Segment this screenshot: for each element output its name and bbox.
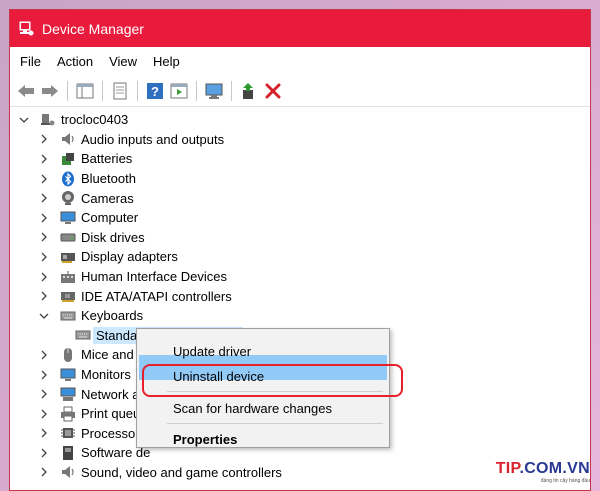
toolbar-separator <box>67 80 68 101</box>
tree-category[interactable]: Disk drives <box>10 228 590 248</box>
keyboard-icon <box>60 308 76 324</box>
menu-view[interactable]: View <box>101 54 145 69</box>
chevron-down-icon[interactable] <box>38 310 50 322</box>
properties-icon[interactable] <box>109 80 131 102</box>
watermark-logo: TIP.COM.VN đáng tin cậy hàng đầu <box>496 460 590 484</box>
category-label: Display adapters <box>81 249 178 265</box>
tree-category[interactable]: Cameras <box>10 188 590 208</box>
chevron-right-icon[interactable] <box>38 212 50 224</box>
speaker-icon <box>60 464 76 480</box>
title-bar[interactable]: Device Manager <box>10 10 590 47</box>
keyboard-icon <box>75 327 91 343</box>
menu-help[interactable]: Help <box>145 54 188 69</box>
chevron-right-icon[interactable] <box>38 153 50 165</box>
chevron-right-icon[interactable] <box>38 192 50 204</box>
back-icon[interactable] <box>15 80 37 102</box>
battery-icon <box>60 151 76 167</box>
chevron-right-icon[interactable] <box>38 133 50 145</box>
tree-category[interactable]: Audio inputs and outputs <box>10 130 590 150</box>
chevron-right-icon[interactable] <box>38 231 50 243</box>
chevron-right-icon[interactable] <box>38 369 50 381</box>
printer-icon <box>60 406 76 422</box>
monitor-icon <box>60 210 76 226</box>
scan-hardware-menu-item[interactable]: Scan for hardware changes <box>173 401 332 416</box>
tree-category[interactable]: Computer <box>10 208 590 228</box>
update-driver-icon[interactable] <box>238 80 260 102</box>
computer-tree-root-icon <box>40 112 56 128</box>
processor-icon <box>60 425 76 441</box>
properties-menu-item[interactable]: Properties <box>173 432 237 447</box>
camera-icon <box>60 190 76 206</box>
category-label: Disk drives <box>81 229 145 245</box>
bluetooth-icon <box>60 171 76 187</box>
chevron-right-icon[interactable] <box>38 290 50 302</box>
tree-category[interactable]: IDE ATA/ATAPI controllers <box>10 286 590 306</box>
category-label: Human Interface Devices <box>81 269 227 285</box>
chevron-right-icon[interactable] <box>38 388 50 400</box>
action-pane-icon[interactable] <box>168 80 190 102</box>
svg-text:?: ? <box>151 84 159 99</box>
menu-bar: File Action View Help <box>10 47 590 75</box>
toolbar: ? <box>10 75 590 107</box>
chevron-right-icon[interactable] <box>38 271 50 283</box>
tree-category[interactable]: Display adapters <box>10 247 590 267</box>
category-label: IDE ATA/ATAPI controllers <box>81 288 232 304</box>
category-label: Batteries <box>81 151 133 167</box>
uninstall-icon[interactable] <box>262 80 284 102</box>
chevron-right-icon[interactable] <box>38 408 50 420</box>
tree-root-label: trocloc0403 <box>61 112 129 128</box>
toolbar-separator <box>137 80 138 101</box>
display-adapter-icon <box>60 249 76 265</box>
watermark-brand-tip: TIP <box>495 460 520 477</box>
watermark-brand: TIP.COM.VN <box>496 460 590 478</box>
watermark-domain: .COM.VN <box>519 460 590 477</box>
disk-drive-icon <box>60 229 76 245</box>
menu-action[interactable]: Action <box>49 54 101 69</box>
software-device-icon <box>60 445 76 461</box>
device-manager-icon <box>18 21 34 37</box>
menu-file[interactable]: File <box>12 54 49 69</box>
watermark-tagline: đáng tin cậy hàng đầu <box>540 478 590 484</box>
chevron-right-icon[interactable] <box>38 251 50 263</box>
category-label: Audio inputs and outputs <box>81 131 225 147</box>
ide-controller-icon <box>60 288 76 304</box>
toolbar-separator <box>231 80 232 101</box>
chevron-right-icon[interactable] <box>38 427 50 439</box>
forward-icon[interactable] <box>39 80 61 102</box>
monitor-icon <box>60 367 76 383</box>
chevron-right-icon[interactable] <box>38 447 50 459</box>
category-label: Monitors <box>81 367 131 383</box>
scan-hardware-icon[interactable] <box>203 80 225 102</box>
tree-category[interactable]: Batteries <box>10 149 590 169</box>
category-label: Cameras <box>81 190 134 206</box>
category-label: Keyboards <box>81 308 144 324</box>
mouse-icon <box>60 347 76 363</box>
toolbar-separator <box>196 80 197 101</box>
toolbar-separator <box>102 80 103 101</box>
speaker-icon <box>60 131 76 147</box>
category-label: Bluetooth <box>81 171 136 187</box>
tree-category[interactable]: Human Interface Devices <box>10 267 590 287</box>
tree-root[interactable]: trocloc0403 <box>10 110 590 130</box>
chevron-right-icon[interactable] <box>38 173 50 185</box>
chevron-right-icon[interactable] <box>38 349 50 361</box>
chevron-down-icon[interactable] <box>18 114 30 126</box>
window-title: Device Manager <box>42 20 144 37</box>
chevron-right-icon[interactable] <box>38 466 50 478</box>
show-hide-console-tree-icon[interactable] <box>74 80 96 102</box>
tree-category[interactable]: Bluetooth <box>10 169 590 189</box>
annotation-highlight-ring <box>142 364 403 397</box>
hid-icon <box>60 269 76 285</box>
tree-category-expanded[interactable]: Keyboards <box>10 306 590 326</box>
help-icon[interactable]: ? <box>144 80 166 102</box>
network-adapter-icon <box>60 386 76 402</box>
update-driver-menu-item[interactable]: Update driver <box>173 344 251 359</box>
category-label: Sound, video and game controllers <box>81 464 282 480</box>
category-label: Computer <box>81 210 139 226</box>
context-menu-separator <box>167 423 383 424</box>
